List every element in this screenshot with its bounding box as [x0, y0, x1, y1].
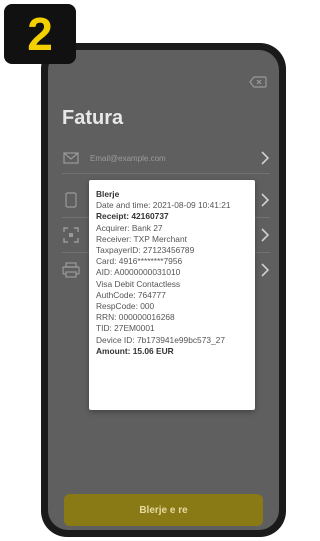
chevron-right-icon	[261, 151, 270, 165]
email-row[interactable]: Email@example.com	[62, 144, 270, 172]
page-title: Fatura	[62, 107, 124, 129]
phone-icon	[62, 191, 80, 209]
receipt-line: RRN: 000000016268	[96, 312, 175, 323]
chevron-right-icon	[261, 228, 270, 242]
printer-icon	[62, 261, 80, 279]
receipt-lines: Blerje Date and time: 2021-08-09 10:41:21…	[96, 189, 251, 357]
receipt-line: AuthCode: 764777	[96, 289, 166, 300]
chevron-right-icon	[261, 193, 270, 207]
receipt-line: Acquirer: Bank 27	[96, 222, 163, 233]
step-number: 2	[27, 8, 53, 60]
receipt-line: AID: A0000000031010	[96, 267, 181, 278]
receipt-line: Blerje	[96, 189, 120, 199]
backspace-icon[interactable]	[249, 76, 267, 88]
receipt-line: TaxpayerID: 27123456789	[96, 245, 195, 256]
receipt-line: RespCode: 000	[96, 301, 155, 312]
chevron-right-icon	[261, 263, 270, 277]
receipt-line: Receiver: TXP Merchant	[96, 233, 187, 244]
receipt-line: Device ID: 7b173941e99bc573_27	[96, 334, 225, 345]
email-icon	[62, 149, 80, 167]
receipt-line: Visa Debit Contactless	[96, 278, 181, 289]
phone-screen: Fatura Email@example.com Blerje Date and…	[48, 50, 279, 530]
receipt-line: Amount: 15.06 EUR	[96, 345, 174, 356]
divider	[62, 173, 270, 174]
new-purchase-button[interactable]: Blerje e re	[64, 494, 263, 526]
email-input[interactable]: Email@example.com	[90, 154, 260, 163]
receipt-line: Date and time: 2021-08-09 10:41:21	[96, 200, 231, 211]
receipt-line: Card: 4916********7956	[96, 256, 183, 267]
receipt-line: TID: 27EM0001	[96, 323, 155, 334]
qr-icon	[62, 226, 80, 244]
receipt-line: Receipt: 42160737	[96, 211, 169, 222]
receipt-popup: Blerje Date and time: 2021-08-09 10:41:21…	[89, 180, 255, 410]
phone-frame: Fatura Email@example.com Blerje Date and…	[41, 43, 286, 537]
step-badge: 2	[4, 4, 76, 64]
